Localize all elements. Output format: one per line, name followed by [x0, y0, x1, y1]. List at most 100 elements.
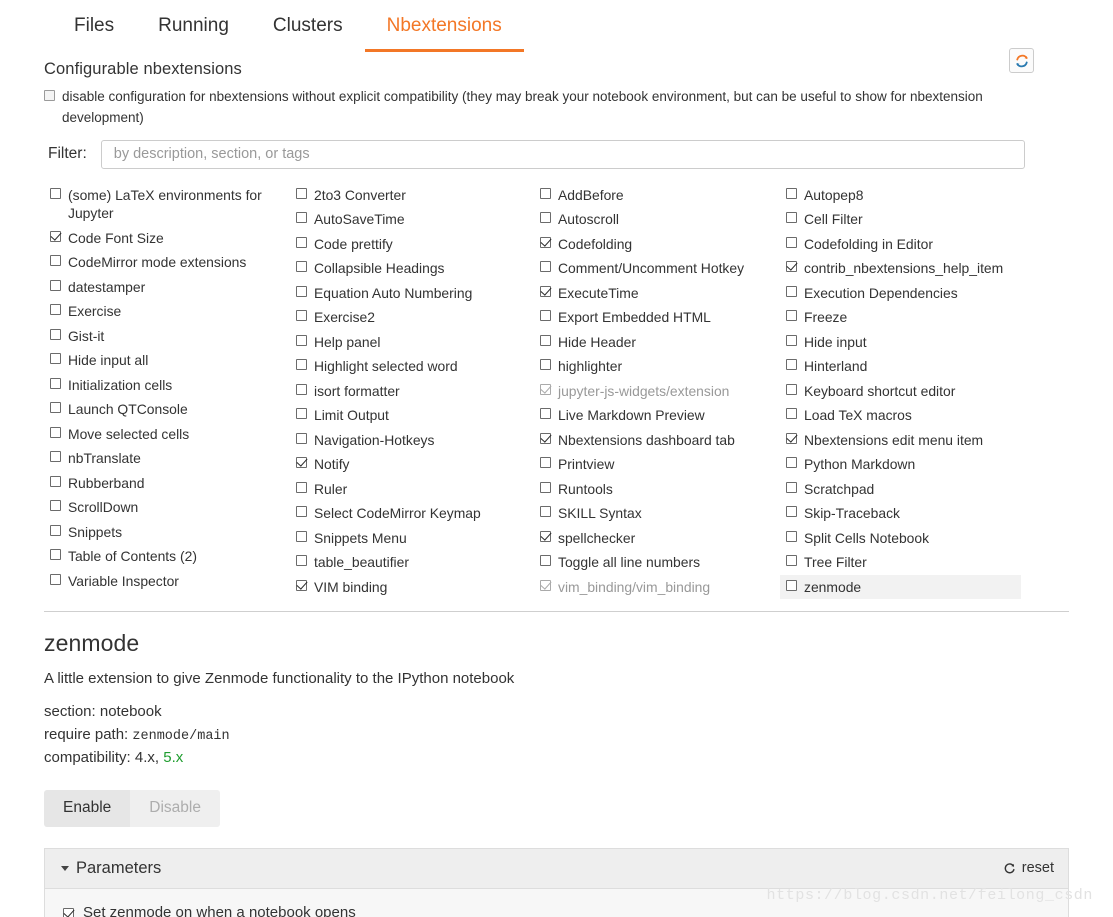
extension-checkbox[interactable]	[50, 426, 61, 438]
extension-item[interactable]: Skip-Traceback	[780, 501, 1021, 525]
extension-checkbox[interactable]	[540, 285, 551, 297]
extension-checkbox[interactable]	[540, 359, 551, 371]
extension-item[interactable]: Split Cells Notebook	[780, 526, 1021, 550]
extension-item[interactable]: Nbextensions dashboard tab	[534, 428, 780, 452]
extension-item[interactable]: Code Font Size	[44, 226, 290, 250]
extension-item[interactable]: Select CodeMirror Keymap	[290, 501, 534, 525]
extension-checkbox[interactable]	[786, 383, 797, 395]
extension-item[interactable]: Gist-it	[44, 324, 290, 348]
extension-item[interactable]: AddBefore	[534, 183, 780, 207]
extension-checkbox[interactable]	[296, 236, 307, 248]
extension-checkbox[interactable]	[786, 457, 797, 469]
extension-checkbox[interactable]	[786, 579, 797, 591]
extension-checkbox[interactable]	[540, 457, 551, 469]
extension-checkbox[interactable]	[50, 402, 61, 414]
extension-checkbox[interactable]	[540, 579, 551, 591]
extension-item[interactable]: Notify	[290, 452, 534, 476]
extension-item[interactable]: highlighter	[534, 354, 780, 378]
extension-item[interactable]: Help panel	[290, 330, 534, 354]
disable-config-row[interactable]: disable configuration for nbextensions w…	[0, 79, 1113, 129]
extension-item[interactable]: Autopep8	[780, 183, 1021, 207]
extension-checkbox[interactable]	[50, 255, 61, 267]
extension-checkbox[interactable]	[296, 383, 307, 395]
extension-item[interactable]: Execution Dependencies	[780, 281, 1021, 305]
extension-item[interactable]: ScrollDown	[44, 495, 290, 519]
extension-item[interactable]: Live Markdown Preview	[534, 403, 780, 427]
extension-checkbox[interactable]	[50, 353, 61, 365]
extension-item[interactable]: 2to3 Converter	[290, 183, 534, 207]
extension-item[interactable]: Nbextensions edit menu item	[780, 428, 1021, 452]
extension-item[interactable]: Ruler	[290, 477, 534, 501]
extension-item[interactable]: Codefolding in Editor	[780, 232, 1021, 256]
extension-item[interactable]: Hide input all	[44, 348, 290, 372]
extension-item[interactable]: Collapsible Headings	[290, 256, 534, 280]
extension-checkbox[interactable]	[786, 506, 797, 518]
extension-item[interactable]: vim_binding/vim_binding	[534, 575, 780, 599]
extension-checkbox[interactable]	[540, 212, 551, 224]
extension-checkbox[interactable]	[786, 236, 797, 248]
extension-checkbox[interactable]	[540, 432, 551, 444]
extension-checkbox[interactable]	[50, 328, 61, 340]
extension-item[interactable]: Hide Header	[534, 330, 780, 354]
extension-checkbox[interactable]	[540, 555, 551, 567]
extension-checkbox[interactable]	[296, 310, 307, 322]
extension-item[interactable]: ExecuteTime	[534, 281, 780, 305]
tab-running[interactable]: Running	[136, 15, 251, 52]
extension-item[interactable]: Snippets	[44, 520, 290, 544]
extension-item[interactable]: Exercise	[44, 299, 290, 323]
extension-item[interactable]: Toggle all line numbers	[534, 550, 780, 574]
extension-checkbox[interactable]	[786, 432, 797, 444]
extension-checkbox[interactable]	[296, 457, 307, 469]
extension-item[interactable]: table_beautifier	[290, 550, 534, 574]
extension-item[interactable]: Exercise2	[290, 305, 534, 329]
extension-checkbox[interactable]	[296, 261, 307, 273]
extension-checkbox[interactable]	[296, 334, 307, 346]
extension-item[interactable]: Rubberband	[44, 471, 290, 495]
extension-checkbox[interactable]	[540, 530, 551, 542]
extension-checkbox[interactable]	[50, 279, 61, 291]
extension-checkbox[interactable]	[296, 506, 307, 518]
extension-item[interactable]: Autoscroll	[534, 207, 780, 231]
extension-checkbox[interactable]	[296, 555, 307, 567]
extension-item[interactable]: Hinterland	[780, 354, 1021, 378]
extension-checkbox[interactable]	[296, 530, 307, 542]
extension-checkbox[interactable]	[786, 212, 797, 224]
extension-checkbox[interactable]	[540, 236, 551, 248]
extension-item[interactable]: Equation Auto Numbering	[290, 281, 534, 305]
extension-checkbox[interactable]	[540, 383, 551, 395]
extension-item[interactable]: nbTranslate	[44, 446, 290, 470]
enable-button[interactable]: Enable	[44, 790, 131, 827]
extension-item[interactable]: (some) LaTeX environments for Jupyter	[44, 183, 290, 226]
extension-item[interactable]: Runtools	[534, 477, 780, 501]
extension-checkbox[interactable]	[296, 212, 307, 224]
extension-checkbox[interactable]	[50, 230, 61, 242]
extension-checkbox[interactable]	[296, 579, 307, 591]
extension-checkbox[interactable]	[50, 549, 61, 561]
extension-checkbox[interactable]	[296, 408, 307, 420]
extension-checkbox[interactable]	[540, 481, 551, 493]
extension-item[interactable]: Code prettify	[290, 232, 534, 256]
extension-checkbox[interactable]	[50, 573, 61, 585]
tab-clusters[interactable]: Clusters	[251, 15, 365, 52]
extension-checkbox[interactable]	[786, 334, 797, 346]
extension-checkbox[interactable]	[786, 285, 797, 297]
extension-item[interactable]: Tree Filter	[780, 550, 1021, 574]
extension-checkbox[interactable]	[786, 261, 797, 273]
extension-item[interactable]: Highlight selected word	[290, 354, 534, 378]
extension-checkbox[interactable]	[540, 334, 551, 346]
extension-checkbox[interactable]	[50, 524, 61, 536]
tab-files[interactable]: Files	[52, 15, 136, 52]
extension-checkbox[interactable]	[540, 408, 551, 420]
extension-checkbox[interactable]	[296, 432, 307, 444]
extension-item[interactable]: contrib_nbextensions_help_item	[780, 256, 1021, 280]
extension-checkbox[interactable]	[540, 506, 551, 518]
extension-item[interactable]: AutoSaveTime	[290, 207, 534, 231]
extension-item[interactable]: Python Markdown	[780, 452, 1021, 476]
extension-item[interactable]: Navigation-Hotkeys	[290, 428, 534, 452]
extension-checkbox[interactable]	[50, 451, 61, 463]
extension-checkbox[interactable]	[786, 187, 797, 199]
extension-item[interactable]: Freeze	[780, 305, 1021, 329]
parameter-checkbox[interactable]	[63, 907, 74, 917]
extension-checkbox[interactable]	[786, 359, 797, 371]
extension-checkbox[interactable]	[786, 555, 797, 567]
